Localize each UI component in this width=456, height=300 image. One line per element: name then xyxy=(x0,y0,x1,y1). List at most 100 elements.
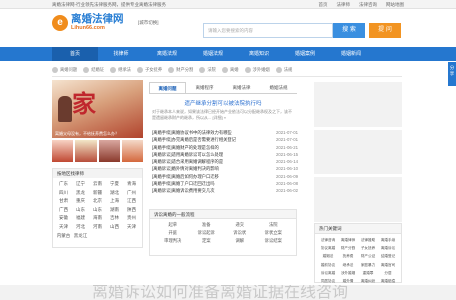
hot-keyword-link[interactable]: 抚养费 xyxy=(338,254,358,259)
thumbnail[interactable] xyxy=(121,140,143,162)
region-link[interactable]: 云南 xyxy=(89,181,106,187)
hot-keyword-link[interactable]: 子女抚养 xyxy=(358,246,378,251)
process-step[interactable]: 开庭 xyxy=(156,230,190,236)
region-link[interactable]: 四川 xyxy=(55,190,72,196)
tab-divorce-questions[interactable]: 离婚问题 xyxy=(149,82,186,93)
article-row[interactable]: [离婚手续]离婚后如何办理户口迁移 2021-06-09 xyxy=(152,173,298,180)
region-link[interactable]: 河南 xyxy=(89,224,106,230)
tab-divorce-law[interactable]: 离婚法律 xyxy=(223,82,260,93)
top-link-sitemap[interactable]: 网站地图 xyxy=(386,2,404,8)
hot-keyword-link[interactable]: 继承法 xyxy=(338,263,358,268)
hot-keyword-link[interactable]: 离婚手续 xyxy=(378,238,398,243)
search-input[interactable]: 请输入您要搜索的内容 xyxy=(203,23,333,38)
hot-keyword-link[interactable]: 法律援助 xyxy=(358,238,378,243)
region-link[interactable]: 陕西 xyxy=(123,207,140,213)
hot-keyword-link[interactable]: 分居 xyxy=(378,271,398,276)
region-link[interactable]: 山东 xyxy=(72,207,89,213)
region-link[interactable]: 福建 xyxy=(72,215,89,221)
hot-keyword-link[interactable]: 家庭暴力 xyxy=(358,263,378,268)
process-step[interactable]: 定案 xyxy=(190,238,224,244)
hot-keyword-link[interactable]: 婚前协议 xyxy=(318,263,338,268)
hot-keyword-link[interactable]: 重婚罪 xyxy=(358,271,378,276)
article-title[interactable]: [离婚诉讼]适用离婚诉讼可以怎么处理 xyxy=(152,151,223,158)
region-link[interactable]: 青海 xyxy=(123,181,140,187)
article-title[interactable]: [离婚手续]离婚了户口迁回迁出吗 xyxy=(152,180,215,187)
hot-keyword-link[interactable]: 涉外婚姻 xyxy=(338,271,358,276)
region-link[interactable]: 湖南 xyxy=(106,207,123,213)
process-step[interactable]: 诉讼结案 xyxy=(257,238,291,244)
thumbnail[interactable] xyxy=(98,140,120,162)
article-title[interactable]: [离婚手续]离婚财产的处理是怎样的 xyxy=(152,144,219,151)
bottom-banner[interactable]: 离婚诉讼如何准备离婚证据在线咨询 xyxy=(0,285,456,300)
top-link-consult[interactable]: 法律咨询 xyxy=(359,2,377,8)
subnav-item[interactable]: 离婚问题 xyxy=(52,66,77,73)
region-link[interactable]: 甘肃 xyxy=(55,198,72,204)
article-title[interactable]: [离婚诉讼]离婚诉讼费用要交几次 xyxy=(152,187,215,194)
article-row[interactable]: [离婚诉讼]适合采用离婚调解程序的是 2021-06-14 xyxy=(152,158,298,165)
top-link-home[interactable]: 首页 xyxy=(319,2,328,8)
article-title[interactable]: [离婚手续]离婚协议书中的法律效力有哪些 xyxy=(152,129,232,136)
hot-keyword-link[interactable]: 财产公证 xyxy=(358,254,378,259)
article-row[interactable]: [离婚诉讼]离婚诉讼费用要交几次 2021-06-02 xyxy=(152,187,298,194)
region-link[interactable]: 吉林 xyxy=(106,215,123,221)
share-button[interactable]: 分享 xyxy=(448,62,456,86)
article-title[interactable]: [离婚手续]办完离婚后是否需要进行相关登记 xyxy=(152,136,236,143)
region-link[interactable]: 天津 xyxy=(123,224,140,230)
hot-keyword-link[interactable]: 离婚律师 xyxy=(338,238,358,243)
region-link[interactable]: 新疆 xyxy=(89,190,106,196)
region-link[interactable]: 山东 xyxy=(89,207,106,213)
nav-marriage-law[interactable]: 婚姻法规 xyxy=(190,47,236,61)
region-link[interactable]: 重庆 xyxy=(72,198,89,204)
region-link[interactable]: 黑龙江 xyxy=(72,233,89,239)
subnav-item[interactable]: 涉外婚姻 xyxy=(244,66,270,73)
article-row[interactable]: [离婚手续]离婚协议书中的法律效力有哪些 2021-07-01 xyxy=(152,129,298,136)
hot-keyword-link[interactable]: 诉讼离婚 xyxy=(318,271,338,276)
region-link[interactable]: 河北 xyxy=(72,224,89,230)
feature-banner[interactable]: 家 离婚父母没有，不给抚养费怎么办？ xyxy=(52,80,143,138)
hot-keyword-link[interactable]: 离婚纠纷 xyxy=(358,279,378,284)
process-step[interactable]: 诉状立案 xyxy=(257,230,291,236)
region-link[interactable]: 山西 xyxy=(106,224,123,230)
nav-find-lawyer[interactable]: 找律师 xyxy=(98,47,144,61)
hot-keyword-link[interactable]: 财产分割 xyxy=(338,246,358,251)
site-logo[interactable]: e 离婚法律网 Lihun66.com xyxy=(52,14,124,31)
article-row[interactable]: [离婚手续]办完离婚后是否需要进行相关登记 2021-07-01 xyxy=(152,136,298,143)
process-step[interactable]: 法院 xyxy=(257,222,291,228)
region-link[interactable]: 广东 xyxy=(55,181,72,187)
process-step[interactable]: 诉讼状 xyxy=(223,230,257,236)
process-step[interactable]: 审理判决 xyxy=(156,238,190,244)
thumbnail[interactable] xyxy=(52,140,74,162)
subnav-item[interactable]: 法院 xyxy=(199,66,216,73)
article-row[interactable]: [离婚诉讼]适用离婚诉讼可以怎么处理 2021-06-15 xyxy=(152,151,298,158)
region-link[interactable]: 海南 xyxy=(89,215,106,221)
hot-keyword-link[interactable]: 结婚登记 xyxy=(378,254,398,259)
region-link[interactable]: 江西 xyxy=(123,198,140,204)
ask-button[interactable]: 提 问 xyxy=(369,23,401,38)
subnav-item[interactable]: 结婚证 xyxy=(83,66,104,73)
nav-home[interactable]: 首页 xyxy=(52,47,98,61)
hot-keyword-link[interactable]: 离婚官司 xyxy=(378,263,398,268)
tab-divorce-procedure[interactable]: 离婚程序 xyxy=(186,82,223,93)
ad-block[interactable] xyxy=(314,129,402,175)
region-link[interactable]: 广西 xyxy=(55,207,72,213)
hot-keyword-link[interactable]: 婚姻法 xyxy=(318,254,338,259)
hot-keyword-link[interactable]: 法律咨询 xyxy=(318,238,338,243)
nav-divorce-law[interactable]: 离婚法规 xyxy=(144,47,190,61)
subnav-item[interactable]: 继承法 xyxy=(110,66,131,73)
region-link[interactable]: 宁夏 xyxy=(106,181,123,187)
subnav-item[interactable]: 法规 xyxy=(275,66,292,73)
headline-link[interactable]: 遗产继承分割可以被法院执行吗 xyxy=(149,99,297,107)
nav-divorce-knowledge[interactable]: 离婚知识 xyxy=(236,47,282,61)
region-link[interactable]: 黑龙 xyxy=(72,190,89,196)
subnav-item[interactable]: 财产分割 xyxy=(168,66,193,73)
article-row[interactable]: [离婚手续]离婚财产的处理是怎样的 2021-06-21 xyxy=(152,144,298,151)
thumbnail[interactable] xyxy=(75,140,97,162)
search-button[interactable]: 搜 索 xyxy=(333,23,365,38)
region-link[interactable]: 天津 xyxy=(55,224,72,230)
top-link-lawyer[interactable]: 法律师 xyxy=(337,2,351,8)
city-switch[interactable]: [城市切换] xyxy=(138,20,159,26)
article-title[interactable]: [离婚诉讼]适合采用离婚调解程序的是 xyxy=(152,158,223,165)
process-step[interactable]: 递交 xyxy=(223,222,257,228)
article-title[interactable]: [离婚手续]离婚后如何办理户口迁移 xyxy=(152,173,219,180)
region-link[interactable]: 辽宁 xyxy=(72,181,89,187)
